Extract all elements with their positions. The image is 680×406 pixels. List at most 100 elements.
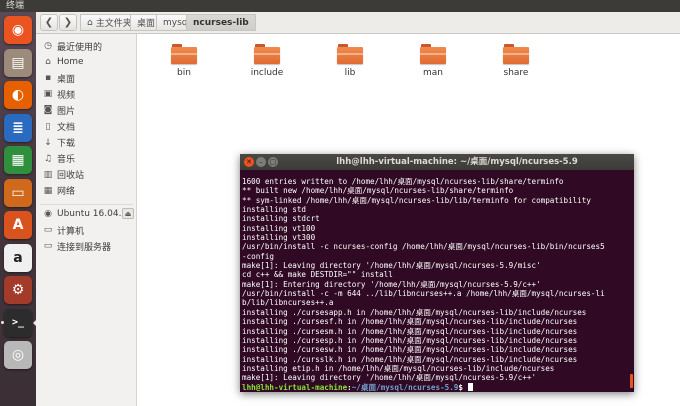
terminal-line: installing ./cursslk.h in /home/lhh/桌面/m… xyxy=(242,354,578,364)
sidebar-item-label: 音乐 xyxy=(57,155,76,166)
terminal-line: installing etip.h in /home/lhh/桌面/mysql/… xyxy=(242,363,555,373)
folder-icon xyxy=(420,44,446,64)
launcher: ◉ ▤ ◐ ≣ ▦ ▭ Aa ⚙ >_ ◎ xyxy=(0,12,36,406)
sidebar-item-label: 连接到服务器 xyxy=(57,242,112,253)
items-item[interactable]: ♫ 音乐 xyxy=(36,151,137,167)
minimize-button[interactable]: – xyxy=(256,157,266,167)
forward-button[interactable]: ❯ xyxy=(59,14,77,31)
terminal-line: make[1]: Leaving directory '/home/lhh/桌面… xyxy=(242,261,541,271)
folder-item[interactable]: man xyxy=(403,44,463,78)
launcher-writer[interactable]: ≣ xyxy=(4,113,32,142)
breadcrumb-label: ncurses-lib xyxy=(193,17,249,28)
network-icon: ▦ xyxy=(43,185,53,196)
active-app-title: 终端 xyxy=(6,1,25,11)
breadcrumb-ncurses-lib[interactable]: ncurses-lib xyxy=(186,14,256,31)
document-icon: ▯ xyxy=(45,121,51,132)
terminal-window[interactable]: ✕ – □ lhh@lhh-virtual-machine: ~/桌面/mysq… xyxy=(240,154,634,392)
devices-item[interactable]: ▭ 连接到服务器 xyxy=(36,238,137,254)
terminal-line: /usr/bin/install -c -m 644 ../lib/libncu… xyxy=(242,289,605,299)
launcher-dvd[interactable]: ◎ xyxy=(4,341,32,369)
launcher-firefox[interactable]: ◐ xyxy=(4,81,32,109)
launcher-terminal[interactable]: >_ xyxy=(4,308,32,337)
items-item[interactable]: ↓ 下载 xyxy=(36,135,137,151)
dash-icon: ◉ xyxy=(11,22,25,38)
launcher-software-center[interactable]: A xyxy=(4,211,32,239)
sidebar-item-label: 图片 xyxy=(57,106,76,117)
clock-icon: ◷ xyxy=(44,41,52,51)
folder-icon xyxy=(254,44,280,64)
items-item[interactable]: ▦ 网络 xyxy=(36,183,137,199)
folder-name: bin xyxy=(177,68,191,78)
minimize-icon: – xyxy=(259,158,263,166)
items-item[interactable]: ▥ 回收站 xyxy=(36,167,137,183)
terminal-line: -config xyxy=(242,251,275,261)
items-item[interactable]: ▣ 视频 xyxy=(36,86,137,102)
terminal-line: /usr/bin/install -c ncurses-config /home… xyxy=(242,242,605,252)
back-button[interactable]: ❮ xyxy=(40,14,58,31)
launcher-dash[interactable]: ◉ xyxy=(4,16,32,44)
places-sidebar: ◷ 最近使用的 ⌂ Home ▪ 桌面 ▣ 视频 ◙ 图片 ▯ 文档 ↓ 下载 ♫ 音乐 ▥ 回收站 ▦ 网络 ◉ Ubu… xyxy=(36,34,137,406)
devices-item[interactable]: ▭ 计算机 xyxy=(36,222,137,238)
home-icon: ⌂ xyxy=(87,17,93,28)
launcher-impress[interactable]: ▭ xyxy=(4,178,32,207)
maximize-button[interactable]: □ xyxy=(268,157,278,167)
items-item[interactable]: ⌂ Home xyxy=(36,54,137,70)
prompt-path: ~/桌面/mysql/ncurses-5.9 xyxy=(351,382,459,392)
terminal-line: ** sym-linked /home/lhh/桌面/mysql/ncurses… xyxy=(242,195,591,205)
terminal-line: installing ./cursesf.h in /home/lhh/桌面/m… xyxy=(242,317,578,327)
sidebar-item-label: 桌面 xyxy=(57,74,76,85)
sidebar-item-label: Ubuntu 16.04.... xyxy=(57,209,123,219)
dvd-icon: ◎ xyxy=(11,347,25,363)
folder-item[interactable]: lib xyxy=(320,44,380,78)
breadcrumb-label: 主文件夹 xyxy=(95,19,132,29)
terminal-line: ** built new /home/lhh/桌面/mysql/ncurses-… xyxy=(242,186,514,196)
items-item[interactable]: ▪ 桌面 xyxy=(36,70,137,86)
devices-item[interactable]: ◉ Ubuntu 16.04.... ⏏ xyxy=(36,206,137,222)
sidebar-divider xyxy=(40,204,133,205)
folder-item[interactable]: share xyxy=(486,44,546,78)
sidebar-item-label: 回收站 xyxy=(57,171,85,182)
home-icon: ⌂ xyxy=(45,57,51,68)
folder-icon xyxy=(503,44,529,64)
terminal-line: installing vt300 xyxy=(242,233,316,243)
folder-item[interactable]: include xyxy=(237,44,297,78)
close-icon: ✕ xyxy=(246,158,252,166)
terminal-titlebar[interactable]: ✕ – □ lhh@lhh-virtual-machine: ~/桌面/mysq… xyxy=(240,154,634,170)
terminal-line: make[1]: Entering directory '/home/lhh/桌… xyxy=(242,279,541,289)
launcher-calc[interactable]: ▦ xyxy=(4,146,32,174)
firefox-icon: ◐ xyxy=(11,87,25,103)
launcher-settings[interactable]: ⚙ xyxy=(4,276,32,304)
file-manager-header: ❮ ❯ ⌂ 主文件夹 桌面 mysql ncurses-lib xyxy=(36,12,680,34)
sidebar-item-label: 下载 xyxy=(57,139,76,150)
breadcrumb-label: 桌面 xyxy=(137,19,156,29)
running-indicator xyxy=(1,320,4,324)
folder-item[interactable]: bin xyxy=(154,44,214,78)
close-button[interactable]: ✕ xyxy=(244,157,254,167)
launcher-amazon[interactable]: a xyxy=(4,243,32,272)
terminal-icon: >_ xyxy=(11,317,25,328)
settings-icon: ⚙ xyxy=(11,282,25,298)
maximize-icon: □ xyxy=(269,158,277,166)
terminal-line: cd c++ && make DESTDIR="" install xyxy=(242,270,393,280)
disc-icon: ◉ xyxy=(44,209,52,219)
terminal-line: installing ./cursesw.h in /home/lhh/桌面/m… xyxy=(242,345,578,355)
items-item[interactable]: ◙ 图片 xyxy=(36,102,137,118)
sidebar-item-label: 网络 xyxy=(57,187,76,198)
terminal-line: installing ./cursesp.h in /home/lhh/桌面/m… xyxy=(242,335,578,345)
eject-button[interactable]: ⏏ xyxy=(122,208,134,219)
folder-icon xyxy=(171,44,197,64)
items-item[interactable]: ◷ 最近使用的 xyxy=(36,38,137,54)
terminal-line: installing ./cursesapp.h in /home/lhh/桌面… xyxy=(242,307,587,317)
server-icon: ▭ xyxy=(43,241,53,252)
software-center-icon: A xyxy=(12,217,24,233)
computer-icon: ▭ xyxy=(43,225,53,236)
terminal-prompt: lhh@lhh-virtual-machine:~/桌面/mysql/ncurs… xyxy=(242,382,632,392)
terminal-output[interactable]: 1600 entries written to /home/lhh/桌面/mys… xyxy=(242,177,632,392)
terminal-title: lhh@lhh-virtual-machine: ~/桌面/mysql/ncur… xyxy=(336,157,578,167)
items-item[interactable]: ▯ 文档 xyxy=(36,119,137,135)
terminal-scrollbar[interactable] xyxy=(630,374,633,388)
top-panel: 终端 xyxy=(0,0,680,12)
folder-name: share xyxy=(503,68,529,78)
sidebar-item-label: 计算机 xyxy=(57,226,85,237)
launcher-files[interactable]: ▤ xyxy=(4,48,32,77)
